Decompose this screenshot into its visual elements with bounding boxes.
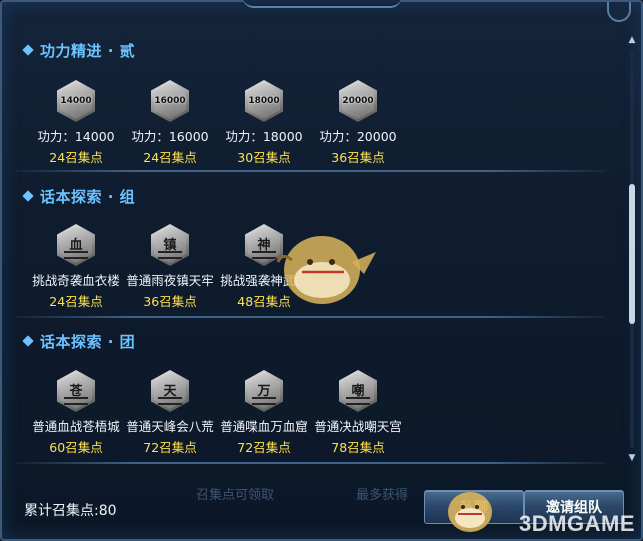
task-name: 功力：14000 [37,129,115,144]
task-points: 24召集点 [143,150,197,165]
task-name: 挑战奇袭血衣楼 [32,273,120,288]
diamond-icon [22,335,34,347]
section-divider [16,170,606,172]
task-points: 60召集点 [49,440,103,455]
task-item[interactable]: 万 普通喋血万血窟 72召集点 [214,370,314,456]
task-points: 72召集点 [237,440,291,455]
close-button[interactable] [607,2,631,22]
task-item[interactable]: 血 挑战奇袭血衣楼 24召集点 [26,224,126,310]
section-title-text: 话本探索 · 组 [40,187,136,206]
watermark-logo: 3DMGAME [519,511,635,536]
scroll-thumb[interactable] [629,184,635,324]
task-points: 30召集点 [237,150,291,165]
section-title-story-group: 话本探索 · 组 [22,186,136,206]
dungeon-badge-icon: 天 [151,370,189,412]
task-points: 78召集点 [331,440,385,455]
task-item[interactable]: 20000 功力：20000 36召集点 [308,80,408,166]
task-name: 功力：18000 [225,129,303,144]
task-points: 36召集点 [143,294,197,309]
top-ornament [242,0,402,8]
task-name: 功力：16000 [131,129,209,144]
mascot-watermark-icon [276,236,376,304]
section-title-text: 话本探索 · 团 [40,332,136,351]
dungeon-badge-icon: 万 [245,370,283,412]
scroll-up-icon[interactable]: ▲ [626,34,638,46]
task-item[interactable]: 14000 功力：14000 24召集点 [26,80,126,166]
footer-faded-text: 最多获得 [356,488,409,503]
task-points: 24召集点 [49,150,103,165]
diamond-icon [22,190,34,202]
diamond-icon [22,44,34,56]
section-title-power: 功力精进 · 贰 [22,40,136,60]
footer-faded-text: 召集点可领取 [196,488,275,503]
task-name: 功力：20000 [319,129,397,144]
task-item[interactable]: 天 普通天峰会八荒 72召集点 [120,370,220,456]
task-points: 24召集点 [49,294,103,309]
power-badge-icon: 14000 [57,80,95,122]
power-badge-icon: 18000 [245,80,283,122]
task-points: 72召集点 [143,440,197,455]
task-item[interactable]: 18000 功力：18000 30召集点 [214,80,314,166]
total-points-label: 累计召集点:80 [24,503,117,519]
task-name: 普通血战苍梧城 [32,419,120,434]
section-title-story-team: 话本探索 · 团 [22,331,136,351]
task-item[interactable]: 嘲 普通决战嘲天宫 78召集点 [308,370,408,456]
section-title-text: 功力精进 · 贰 [40,41,136,60]
mascot-logo-icon [448,492,492,532]
task-name: 普通天峰会八荒 [126,419,214,434]
dungeon-badge-icon: 血 [57,224,95,266]
task-item[interactable]: 苍 普通血战苍梧城 60召集点 [26,370,126,456]
task-name: 普通决战嘲天宫 [314,419,402,434]
power-badge-icon: 20000 [339,80,377,122]
section-divider [16,462,606,464]
scroll-down-icon[interactable]: ▼ [626,452,638,464]
task-item[interactable]: 镇 普通雨夜镇天牢 36召集点 [120,224,220,310]
task-points: 36召集点 [331,150,385,165]
task-name: 普通喋血万血窟 [220,419,308,434]
dungeon-badge-icon: 镇 [151,224,189,266]
task-item[interactable]: 16000 功力：16000 24召集点 [120,80,220,166]
power-badge-icon: 16000 [151,80,189,122]
dungeon-badge-icon: 苍 [57,370,95,412]
scrollbar[interactable]: ▲ ▼ [626,34,638,464]
task-name: 普通雨夜镇天牢 [126,273,214,288]
dungeon-badge-icon: 嘲 [339,370,377,412]
section-divider [16,316,606,318]
